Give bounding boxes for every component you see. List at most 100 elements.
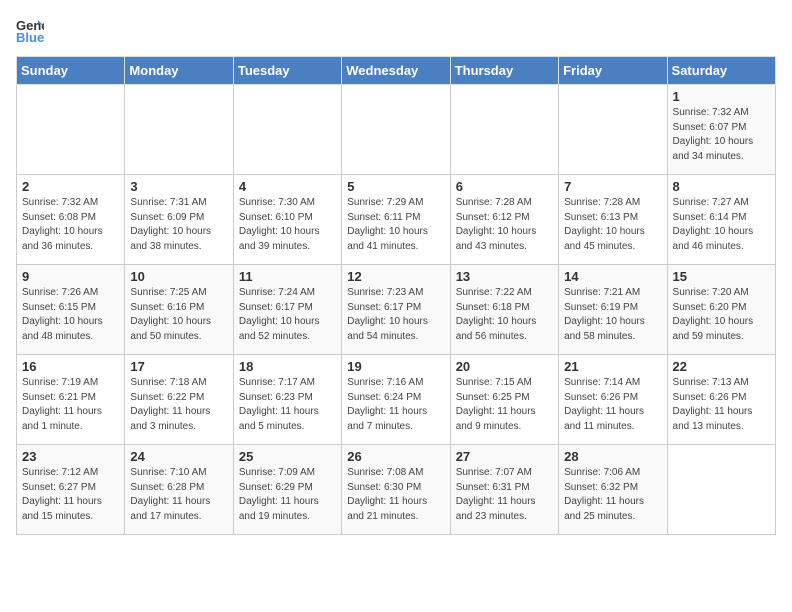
day-info: Sunrise: 7:32 AM Sunset: 6:07 PM Dayligh… <box>673 106 770 164</box>
calendar-week-row: 2 Sunrise: 7:32 AM Sunset: 6:08 PM Daylig… <box>17 175 776 265</box>
calendar-cell: 19 Sunrise: 7:16 AM Sunset: 6:24 PM Dayli… <box>342 355 450 445</box>
day-number: 19 <box>347 359 444 374</box>
day-number: 25 <box>239 449 336 464</box>
weekday-header: Wednesday <box>342 57 450 85</box>
calendar-cell: 10 Sunrise: 7:25 AM Sunset: 6:16 PM Dayli… <box>125 265 233 355</box>
calendar-cell: 12Sunrise: 7:23 AM Sunset: 6:17 PM Dayli… <box>342 265 450 355</box>
calendar-cell: 9 Sunrise: 7:26 AM Sunset: 6:15 PM Daylig… <box>17 265 125 355</box>
day-info: Sunrise: 7:13 AM Sunset: 6:26 PM Dayligh… <box>673 376 770 434</box>
day-number: 18 <box>239 359 336 374</box>
day-info: Sunrise: 7:10 AM Sunset: 6:28 PM Dayligh… <box>130 466 227 524</box>
calendar-cell: 4 Sunrise: 7:30 AM Sunset: 6:10 PM Daylig… <box>233 175 341 265</box>
calendar-cell: 5 Sunrise: 7:29 AM Sunset: 6:11 PM Daylig… <box>342 175 450 265</box>
svg-text:Blue: Blue <box>16 30 44 44</box>
calendar-cell: 24 Sunrise: 7:10 AM Sunset: 6:28 PM Dayli… <box>125 445 233 535</box>
day-number: 5 <box>347 179 444 194</box>
calendar-cell <box>342 85 450 175</box>
calendar-cell: 7Sunrise: 7:28 AM Sunset: 6:13 PM Daylig… <box>559 175 667 265</box>
calendar-cell <box>125 85 233 175</box>
day-number: 23 <box>22 449 119 464</box>
day-number: 21 <box>564 359 661 374</box>
calendar-cell: 11 Sunrise: 7:24 AM Sunset: 6:17 PM Dayli… <box>233 265 341 355</box>
day-number: 26 <box>347 449 444 464</box>
day-info: Sunrise: 7:29 AM Sunset: 6:11 PM Dayligh… <box>347 196 444 254</box>
calendar-cell: 2 Sunrise: 7:32 AM Sunset: 6:08 PM Daylig… <box>17 175 125 265</box>
weekday-header: Friday <box>559 57 667 85</box>
day-info: Sunrise: 7:26 AM Sunset: 6:15 PM Dayligh… <box>22 286 119 344</box>
calendar-cell: 23Sunrise: 7:12 AM Sunset: 6:27 PM Dayli… <box>17 445 125 535</box>
day-info: Sunrise: 7:09 AM Sunset: 6:29 PM Dayligh… <box>239 466 336 524</box>
day-info: Sunrise: 7:32 AM Sunset: 6:08 PM Dayligh… <box>22 196 119 254</box>
day-number: 1 <box>673 89 770 104</box>
calendar-cell: 21 Sunrise: 7:14 AM Sunset: 6:26 PM Dayli… <box>559 355 667 445</box>
day-info: Sunrise: 7:20 AM Sunset: 6:20 PM Dayligh… <box>673 286 770 344</box>
calendar-cell: 25 Sunrise: 7:09 AM Sunset: 6:29 PM Dayli… <box>233 445 341 535</box>
day-number: 12 <box>347 269 444 284</box>
calendar-cell: 16 Sunrise: 7:19 AM Sunset: 6:21 PM Dayli… <box>17 355 125 445</box>
day-info: Sunrise: 7:30 AM Sunset: 6:10 PM Dayligh… <box>239 196 336 254</box>
day-info: Sunrise: 7:24 AM Sunset: 6:17 PM Dayligh… <box>239 286 336 344</box>
weekday-header: Saturday <box>667 57 775 85</box>
calendar-cell: 18 Sunrise: 7:17 AM Sunset: 6:23 PM Dayli… <box>233 355 341 445</box>
calendar-cell: 8Sunrise: 7:27 AM Sunset: 6:14 PM Daylig… <box>667 175 775 265</box>
day-info: Sunrise: 7:31 AM Sunset: 6:09 PM Dayligh… <box>130 196 227 254</box>
day-number: 3 <box>130 179 227 194</box>
calendar-cell: 1 Sunrise: 7:32 AM Sunset: 6:07 PM Daylig… <box>667 85 775 175</box>
calendar-cell: 27 Sunrise: 7:07 AM Sunset: 6:31 PM Dayli… <box>450 445 558 535</box>
day-info: Sunrise: 7:15 AM Sunset: 6:25 PM Dayligh… <box>456 376 553 434</box>
calendar-week-row: 1 Sunrise: 7:32 AM Sunset: 6:07 PM Daylig… <box>17 85 776 175</box>
calendar-cell: 14Sunrise: 7:21 AM Sunset: 6:19 PM Dayli… <box>559 265 667 355</box>
day-info: Sunrise: 7:17 AM Sunset: 6:23 PM Dayligh… <box>239 376 336 434</box>
calendar-cell <box>233 85 341 175</box>
calendar-cell <box>450 85 558 175</box>
calendar-cell: 13Sunrise: 7:22 AM Sunset: 6:18 PM Dayli… <box>450 265 558 355</box>
day-number: 27 <box>456 449 553 464</box>
day-info: Sunrise: 7:28 AM Sunset: 6:13 PM Dayligh… <box>564 196 661 254</box>
calendar-cell: 17 Sunrise: 7:18 AM Sunset: 6:22 PM Dayli… <box>125 355 233 445</box>
day-info: Sunrise: 7:08 AM Sunset: 6:30 PM Dayligh… <box>347 466 444 524</box>
day-number: 15 <box>673 269 770 284</box>
day-number: 13 <box>456 269 553 284</box>
calendar-header-row: SundayMondayTuesdayWednesdayThursdayFrid… <box>17 57 776 85</box>
day-number: 4 <box>239 179 336 194</box>
calendar-cell: 3 Sunrise: 7:31 AM Sunset: 6:09 PM Daylig… <box>125 175 233 265</box>
weekday-header: Tuesday <box>233 57 341 85</box>
calendar-cell: 28 Sunrise: 7:06 AM Sunset: 6:32 PM Dayli… <box>559 445 667 535</box>
calendar-cell <box>17 85 125 175</box>
day-info: Sunrise: 7:27 AM Sunset: 6:14 PM Dayligh… <box>673 196 770 254</box>
calendar-table: SundayMondayTuesdayWednesdayThursdayFrid… <box>16 56 776 535</box>
day-number: 9 <box>22 269 119 284</box>
calendar-cell: 26 Sunrise: 7:08 AM Sunset: 6:30 PM Dayli… <box>342 445 450 535</box>
day-info: Sunrise: 7:21 AM Sunset: 6:19 PM Dayligh… <box>564 286 661 344</box>
logo: General Blue <box>16 16 48 44</box>
day-info: Sunrise: 7:18 AM Sunset: 6:22 PM Dayligh… <box>130 376 227 434</box>
day-info: Sunrise: 7:06 AM Sunset: 6:32 PM Dayligh… <box>564 466 661 524</box>
weekday-header: Sunday <box>17 57 125 85</box>
day-number: 28 <box>564 449 661 464</box>
calendar-cell: 22 Sunrise: 7:13 AM Sunset: 6:26 PM Dayli… <box>667 355 775 445</box>
day-info: Sunrise: 7:25 AM Sunset: 6:16 PM Dayligh… <box>130 286 227 344</box>
weekday-header: Monday <box>125 57 233 85</box>
weekday-header: Thursday <box>450 57 558 85</box>
calendar-week-row: 23Sunrise: 7:12 AM Sunset: 6:27 PM Dayli… <box>17 445 776 535</box>
calendar-cell: 6 Sunrise: 7:28 AM Sunset: 6:12 PM Daylig… <box>450 175 558 265</box>
page-header: General Blue <box>16 16 776 44</box>
day-info: Sunrise: 7:14 AM Sunset: 6:26 PM Dayligh… <box>564 376 661 434</box>
calendar-week-row: 9 Sunrise: 7:26 AM Sunset: 6:15 PM Daylig… <box>17 265 776 355</box>
day-number: 16 <box>22 359 119 374</box>
calendar-cell: 15 Sunrise: 7:20 AM Sunset: 6:20 PM Dayli… <box>667 265 775 355</box>
day-number: 22 <box>673 359 770 374</box>
day-info: Sunrise: 7:07 AM Sunset: 6:31 PM Dayligh… <box>456 466 553 524</box>
day-number: 11 <box>239 269 336 284</box>
day-info: Sunrise: 7:19 AM Sunset: 6:21 PM Dayligh… <box>22 376 119 434</box>
calendar-cell: 20Sunrise: 7:15 AM Sunset: 6:25 PM Dayli… <box>450 355 558 445</box>
day-info: Sunrise: 7:16 AM Sunset: 6:24 PM Dayligh… <box>347 376 444 434</box>
calendar-cell <box>559 85 667 175</box>
day-number: 24 <box>130 449 227 464</box>
day-number: 6 <box>456 179 553 194</box>
day-number: 2 <box>22 179 119 194</box>
logo-icon: General Blue <box>16 16 44 44</box>
day-number: 10 <box>130 269 227 284</box>
day-info: Sunrise: 7:28 AM Sunset: 6:12 PM Dayligh… <box>456 196 553 254</box>
day-number: 17 <box>130 359 227 374</box>
